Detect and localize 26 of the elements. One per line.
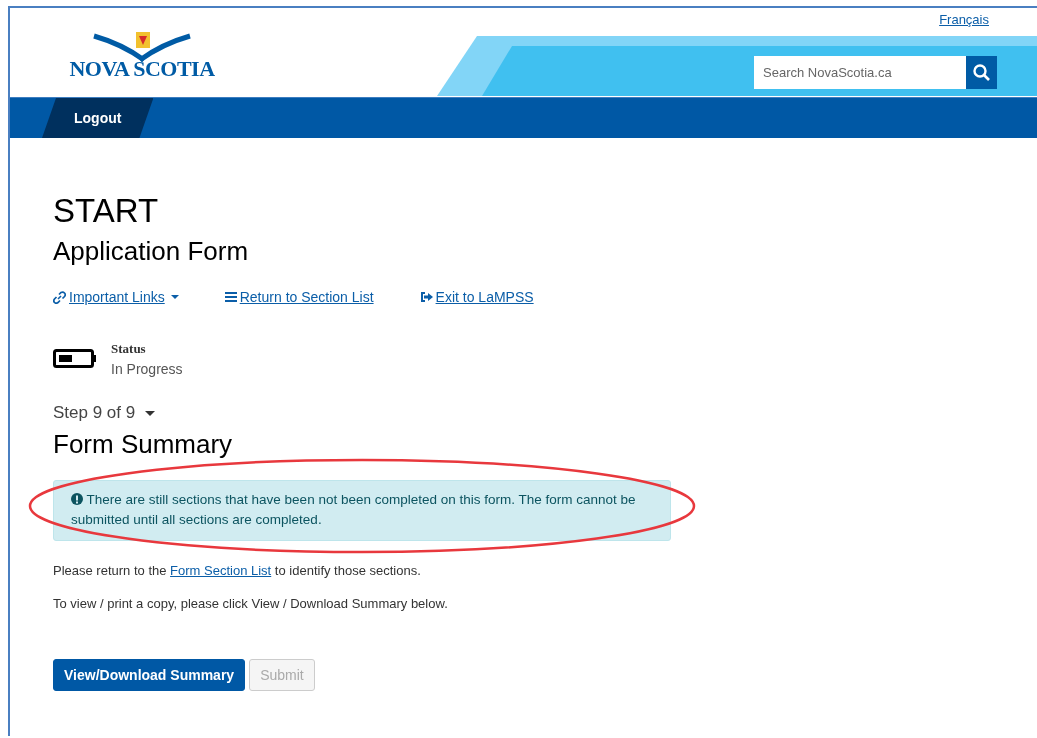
form-section-link[interactable]: Form Section List: [170, 563, 272, 578]
link-icon: [53, 290, 66, 304]
language-link[interactable]: Français: [939, 12, 989, 36]
step-dropdown[interactable]: Step 9 of 9: [53, 403, 136, 423]
search-button[interactable]: [966, 56, 997, 89]
download-button[interactable]: View/Download Summary: [53, 659, 246, 691]
section-title: Form Summary: [53, 429, 234, 460]
alert-message: There are still sections that have been not been completed on this form. The form cannot be submitted until all sections are completed.: [53, 480, 671, 541]
search-field[interactable]: Search NovaScotia.ca: [754, 56, 966, 89]
instruction-text: To view / print a copy, please click View / Download Summary below.: [53, 596, 449, 611]
form-title: Application Form: [53, 236, 250, 267]
exclamation-icon: [71, 493, 83, 505]
status-label: Status: [111, 341, 147, 357]
page-title: START: [53, 192, 160, 230]
instruction-text: Please return to the Form Section List to identify those sections.: [53, 563, 422, 578]
search-icon: [973, 64, 990, 81]
page-link[interactable]: Exit to LaMPSS: [435, 289, 534, 305]
caret-icon: [145, 410, 156, 416]
battery-icon: [53, 349, 97, 369]
logo[interactable]: NOVA SCOTIA: [62, 30, 222, 82]
status-value: In Progress: [111, 361, 183, 377]
list-icon: [224, 291, 237, 303]
exit-icon: [419, 291, 433, 303]
nav-link[interactable]: Logout: [42, 98, 154, 138]
page-link[interactable]: Return to Section List: [239, 289, 374, 305]
page-link[interactable]: Important Links: [69, 289, 165, 305]
